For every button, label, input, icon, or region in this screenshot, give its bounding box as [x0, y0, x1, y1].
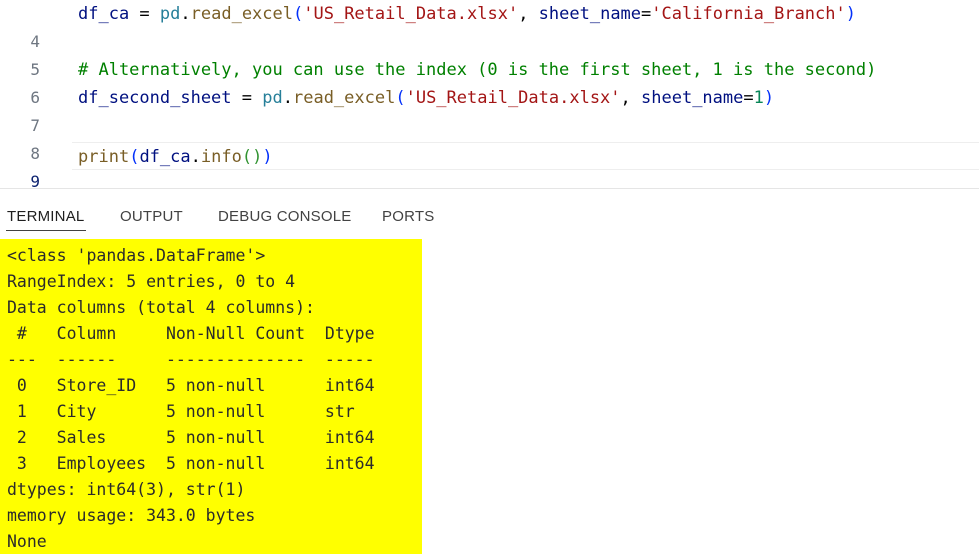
terminal-line: <class 'pandas.DataFrame'> — [7, 246, 266, 265]
code-line[interactable]: 7 df_second_sheet = pd.read_excel('US_Re… — [0, 84, 979, 135]
code-line[interactable]: 5 — [0, 28, 979, 79]
panel-tab-bar: TERMINAL OUTPUT DEBUG CONSOLE PORTS — [0, 189, 979, 239]
code-text[interactable]: print(df_ca.info()) — [78, 143, 273, 171]
terminal-line: None — [7, 532, 47, 551]
code-line[interactable]: 4 df_ca = pd.read_excel('US_Retail_Data.… — [0, 0, 979, 51]
current-line-highlight[interactable]: print(df_ca.info()) — [72, 142, 979, 170]
terminal-line: 2 Sales 5 non-null int64 — [7, 428, 375, 447]
terminal-line: memory usage: 343.0 bytes — [7, 506, 256, 525]
code-line[interactable]: 8 — [0, 112, 979, 163]
code-line[interactable]: 6 # Alternatively, you can use the index… — [0, 56, 979, 107]
terminal-line: 1 City 5 non-null str — [7, 402, 355, 421]
terminal-line: RangeIndex: 5 entries, 0 to 4 — [7, 272, 296, 291]
code-text[interactable]: df_ca = pd.read_excel('US_Retail_Data.xl… — [78, 0, 856, 28]
tab-terminal[interactable]: TERMINAL — [7, 208, 84, 225]
terminal-line: --- ------ -------------- ----- — [7, 350, 375, 369]
terminal-line: dtypes: int64(3), str(1) — [7, 480, 246, 499]
tab-ports[interactable]: PORTS — [382, 208, 434, 225]
terminal-line: # Column Non-Null Count Dtype — [7, 324, 375, 343]
active-tab-indicator — [6, 230, 86, 231]
terminal-line: 3 Employees 5 non-null int64 — [7, 454, 375, 473]
terminal-line: Data columns (total 4 columns): — [7, 298, 315, 317]
line-number: 9 — [30, 172, 40, 188]
tab-debug-console[interactable]: DEBUG CONSOLE — [218, 208, 351, 225]
code-editor[interactable]: 4 df_ca = pd.read_excel('US_Retail_Data.… — [0, 0, 979, 188]
code-comment[interactable]: # Alternatively, you can use the index (… — [78, 56, 876, 84]
tab-output[interactable]: OUTPUT — [120, 208, 183, 225]
terminal-output[interactable]: <class 'pandas.DataFrame'> RangeIndex: 5… — [0, 239, 979, 554]
code-text[interactable]: df_second_sheet = pd.read_excel('US_Reta… — [78, 84, 774, 112]
terminal-line: 0 Store_ID 5 non-null int64 — [7, 376, 375, 395]
